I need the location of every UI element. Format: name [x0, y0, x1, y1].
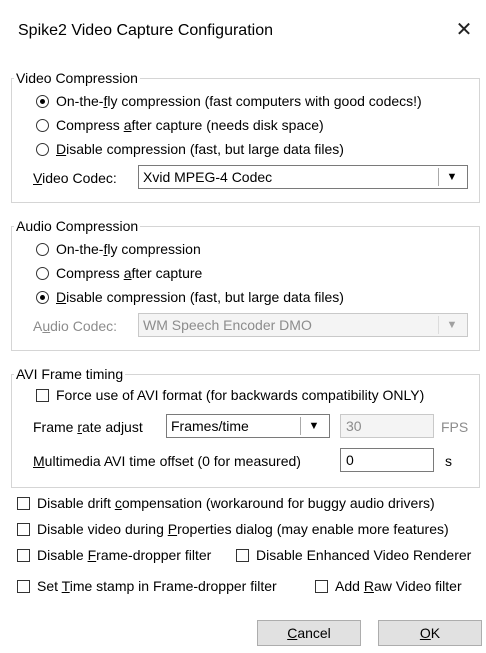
option-label: Disable compression (fast, but large dat…	[56, 289, 344, 305]
radio-button-icon[interactable]	[36, 143, 49, 156]
disable-frame-dropper-checkbox[interactable]: Disable Frame-dropper filter	[17, 546, 211, 564]
chevron-down-icon[interactable]: ▼	[438, 168, 465, 186]
video-radio-disable[interactable]: Disable compression (fast, but large dat…	[36, 140, 344, 158]
checkbox-icon[interactable]	[17, 523, 30, 536]
window-title: Spike2 Video Capture Configuration	[18, 22, 273, 39]
checkbox-icon[interactable]	[17, 549, 30, 562]
ok-button[interactable]: OK	[378, 620, 482, 646]
frame-rate-select[interactable]: Frames/time ▼	[166, 414, 330, 438]
add-raw-video-checkbox[interactable]: Add Raw Video filter	[315, 577, 462, 595]
audio-codec-select[interactable]: WM Speech Encoder DMO ▼	[138, 313, 468, 337]
set-timestamp-checkbox[interactable]: Set Time stamp in Frame-dropper filter	[17, 577, 277, 595]
avi-time-offset-label: Multimedia AVI time offset (0 for measur…	[33, 453, 301, 469]
audio-radio-after-capture[interactable]: Compress after capture	[36, 264, 202, 282]
option-label: On-the-fly compression	[56, 241, 201, 257]
disable-drift-compensation-checkbox[interactable]: Disable drift compensation (workaround f…	[17, 494, 435, 512]
video-radio-after-capture[interactable]: Compress after capture (needs disk space…	[36, 116, 324, 134]
audio-radio-onthefly[interactable]: On-the-fly compression	[36, 240, 201, 258]
radio-button-icon[interactable]	[36, 291, 49, 304]
avi-frame-timing-legend: AVI Frame timing	[14, 366, 126, 382]
disable-video-properties-checkbox[interactable]: Disable video during Properties dialog (…	[17, 520, 449, 538]
radio-button-icon[interactable]	[36, 95, 49, 108]
checkbox-icon[interactable]	[17, 580, 30, 593]
frame-rate-label: Frame rate adjust	[33, 419, 143, 435]
option-label: Compress after capture (needs disk space…	[56, 117, 324, 133]
chevron-down-icon[interactable]: ▼	[300, 417, 327, 435]
audio-radio-disable[interactable]: Disable compression (fast, but large dat…	[36, 288, 344, 306]
checkbox-icon[interactable]	[36, 389, 49, 402]
audio-codec-label: Audio Codec:	[33, 318, 118, 334]
option-label: Disable compression (fast, but large dat…	[56, 141, 344, 157]
close-icon[interactable]: ✕	[452, 16, 476, 44]
checkbox-icon[interactable]	[17, 497, 30, 510]
disable-enhanced-renderer-checkbox[interactable]: Disable Enhanced Video Renderer	[236, 546, 471, 564]
video-radio-onthefly[interactable]: On-the-fly compression (fast computers w…	[36, 92, 422, 110]
option-label: On-the-fly compression (fast computers w…	[56, 93, 422, 109]
title-bar: Spike2 Video Capture Configuration ✕	[0, 0, 486, 60]
cancel-button[interactable]: Cancel	[257, 620, 361, 646]
checkbox-icon[interactable]	[315, 580, 328, 593]
checkbox-icon[interactable]	[236, 549, 249, 562]
video-codec-label: Video Codec:	[33, 170, 117, 186]
force-avi-checkbox[interactable]: Force use of AVI format (for backwards c…	[36, 386, 424, 404]
radio-button-icon[interactable]	[36, 119, 49, 132]
option-label: Compress after capture	[56, 265, 203, 281]
audio-compression-legend: Audio Compression	[14, 218, 141, 234]
avi-time-offset-input[interactable]: 0	[340, 448, 434, 472]
offset-unit-label: s	[445, 453, 452, 469]
fps-unit-label: FPS	[441, 419, 469, 435]
video-codec-select[interactable]: Xvid MPEG-4 Codec ▼	[138, 165, 468, 189]
video-compression-legend: Video Compression	[14, 70, 140, 86]
chevron-down-icon[interactable]: ▼	[438, 316, 465, 334]
radio-button-icon[interactable]	[36, 267, 49, 280]
radio-button-icon[interactable]	[36, 243, 49, 256]
fps-input[interactable]: 30	[340, 414, 434, 438]
